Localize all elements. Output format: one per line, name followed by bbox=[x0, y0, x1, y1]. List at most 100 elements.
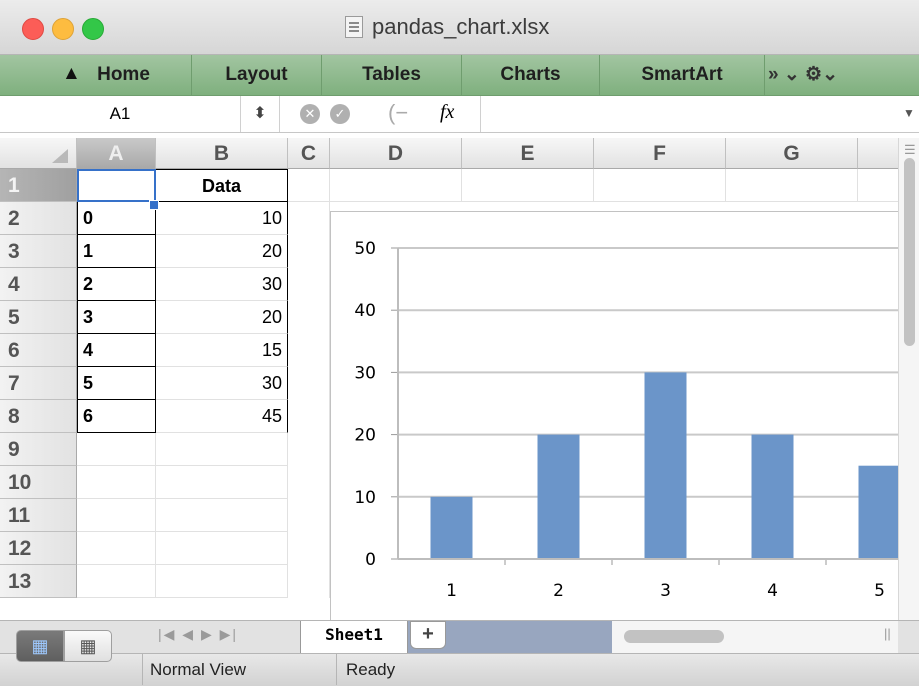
cell-b1[interactable]: Data bbox=[156, 169, 288, 202]
chevron-down-icon[interactable]: ▼ bbox=[903, 106, 915, 120]
vertical-scroll-thumb[interactable] bbox=[904, 158, 915, 346]
minimize-window-button[interactable] bbox=[52, 18, 74, 40]
x-tick-label: 1 bbox=[446, 581, 457, 601]
cell-b6[interactable]: 15 bbox=[156, 334, 288, 367]
cell-a10[interactable] bbox=[77, 466, 156, 499]
cell-g1[interactable] bbox=[726, 169, 858, 202]
cell-e1[interactable] bbox=[462, 169, 594, 202]
row-header-8[interactable]: 8 bbox=[0, 400, 77, 433]
cancel-icon[interactable]: ✕ bbox=[300, 104, 320, 124]
column-header-d[interactable]: D bbox=[330, 138, 462, 169]
name-box-stepper-icon[interactable]: ⬍ bbox=[240, 96, 280, 132]
row-header-9[interactable]: 9 bbox=[0, 433, 77, 466]
cell-a7[interactable]: 5 bbox=[77, 367, 156, 400]
cell-a8[interactable]: 6 bbox=[77, 400, 156, 433]
status-divider bbox=[336, 653, 337, 685]
page-layout-view-icon[interactable]: ▦ bbox=[64, 630, 112, 662]
row-header-10[interactable]: 10 bbox=[0, 466, 77, 499]
cell-a2[interactable]: 0 bbox=[77, 202, 156, 235]
bar-2 bbox=[537, 434, 580, 559]
formula-input[interactable] bbox=[480, 96, 891, 132]
normal-view-icon[interactable]: ▦ bbox=[16, 630, 64, 662]
cell-f1[interactable] bbox=[594, 169, 726, 202]
cell-c1[interactable] bbox=[288, 169, 330, 202]
horizontal-split-icon[interactable]: || bbox=[884, 626, 891, 641]
column-header-f[interactable]: F bbox=[594, 138, 726, 169]
checkmark-icon[interactable]: ✓ bbox=[330, 104, 350, 124]
formula-paren-icon[interactable]: (− bbox=[388, 100, 408, 126]
cell-b10[interactable] bbox=[156, 466, 288, 499]
cell-b4[interactable]: 30 bbox=[156, 268, 288, 301]
column-header-h[interactable] bbox=[858, 138, 898, 169]
cell-b7[interactable]: 30 bbox=[156, 367, 288, 400]
close-window-button[interactable] bbox=[22, 18, 44, 40]
row-header-11[interactable]: 11 bbox=[0, 499, 77, 532]
cell-b11[interactable] bbox=[156, 499, 288, 532]
status-view-label: Normal View bbox=[150, 660, 247, 679]
tab-tables[interactable]: Tables bbox=[322, 55, 462, 95]
horizontal-scroll-thumb[interactable] bbox=[624, 630, 724, 643]
row-header-13[interactable]: 13 bbox=[0, 565, 77, 598]
cell-a9[interactable] bbox=[77, 433, 156, 466]
formula-bar: A1 ⬍ ✕ ✓ (− fx ▼ bbox=[0, 96, 919, 133]
row-header-6[interactable]: 6 bbox=[0, 334, 77, 367]
cell-a6[interactable]: 4 bbox=[77, 334, 156, 367]
row-header-4[interactable]: 4 bbox=[0, 268, 77, 301]
cell-b3[interactable]: 20 bbox=[156, 235, 288, 268]
tab-layout[interactable]: Layout bbox=[192, 55, 322, 95]
row-header-1[interactable]: 1 bbox=[0, 169, 77, 202]
fx-icon[interactable]: fx bbox=[440, 101, 454, 124]
row-header-2[interactable]: 2 bbox=[0, 202, 77, 235]
cell-b8[interactable]: 45 bbox=[156, 400, 288, 433]
cell-d1[interactable] bbox=[330, 169, 462, 202]
cell-b9[interactable] bbox=[156, 433, 288, 466]
y-tick-label: 10 bbox=[354, 488, 376, 508]
row-header-5[interactable]: 5 bbox=[0, 301, 77, 334]
sheet-navigation-arrows[interactable]: |◀ ◀ ▶ ▶| bbox=[158, 626, 238, 643]
sheet-tab-sheet1[interactable]: Sheet1 bbox=[300, 621, 408, 653]
cell-b2[interactable]: 10 bbox=[156, 202, 288, 235]
column-header-a[interactable]: A bbox=[77, 138, 156, 169]
tab-home[interactable]: Home bbox=[38, 55, 192, 95]
column-header-g[interactable]: G bbox=[726, 138, 858, 169]
split-handle-icon[interactable]: ☰ bbox=[904, 142, 916, 158]
tab-smartart[interactable]: SmartArt bbox=[600, 55, 765, 95]
row-header-3[interactable]: 3 bbox=[0, 235, 77, 268]
select-all-corner[interactable] bbox=[0, 138, 77, 169]
cell-h1[interactable] bbox=[858, 169, 898, 202]
cell-a5[interactable]: 3 bbox=[77, 301, 156, 334]
chart-svg: 0 10 20 30 40 50 1 2 3 4 5 bbox=[354, 239, 899, 601]
cell-a4[interactable]: 2 bbox=[77, 268, 156, 301]
column-c-cells[interactable] bbox=[288, 202, 330, 598]
y-tick-label: 50 bbox=[354, 239, 376, 259]
cell-b12[interactable] bbox=[156, 532, 288, 565]
zoom-window-button[interactable] bbox=[82, 18, 104, 40]
status-bar bbox=[0, 653, 919, 686]
y-tick-label: 0 bbox=[365, 550, 376, 570]
document-icon bbox=[345, 16, 363, 38]
column-header-e[interactable]: E bbox=[462, 138, 594, 169]
row-header-7[interactable]: 7 bbox=[0, 367, 77, 400]
y-tick-label: 30 bbox=[354, 363, 376, 383]
fill-handle[interactable] bbox=[149, 200, 159, 210]
cell-b5[interactable]: 20 bbox=[156, 301, 288, 334]
bar-4 bbox=[751, 434, 794, 559]
tab-charts[interactable]: Charts bbox=[462, 55, 600, 95]
row-header-12[interactable]: 12 bbox=[0, 532, 77, 565]
column-header-c[interactable]: C bbox=[288, 138, 330, 169]
y-tick-label: 20 bbox=[354, 426, 376, 446]
cell-a12[interactable] bbox=[77, 532, 156, 565]
cell-a11[interactable] bbox=[77, 499, 156, 532]
cell-d2[interactable] bbox=[330, 202, 462, 211]
cell-a13[interactable] bbox=[77, 565, 156, 598]
bar-chart[interactable]: 0 10 20 30 40 50 1 2 3 4 5 bbox=[330, 211, 900, 621]
window-title: pandas_chart.xlsx bbox=[372, 14, 550, 39]
bar-5 bbox=[858, 465, 899, 559]
name-box[interactable]: A1 bbox=[0, 96, 240, 132]
add-sheet-button[interactable]: + bbox=[410, 621, 446, 649]
cell-a3[interactable]: 1 bbox=[77, 235, 156, 268]
ribbon-overflow-controls[interactable]: » ⌄ ⚙⌄ bbox=[768, 55, 918, 95]
column-header-b[interactable]: B bbox=[156, 138, 288, 169]
cell-b13[interactable] bbox=[156, 565, 288, 598]
cell-a1[interactable] bbox=[77, 169, 156, 202]
